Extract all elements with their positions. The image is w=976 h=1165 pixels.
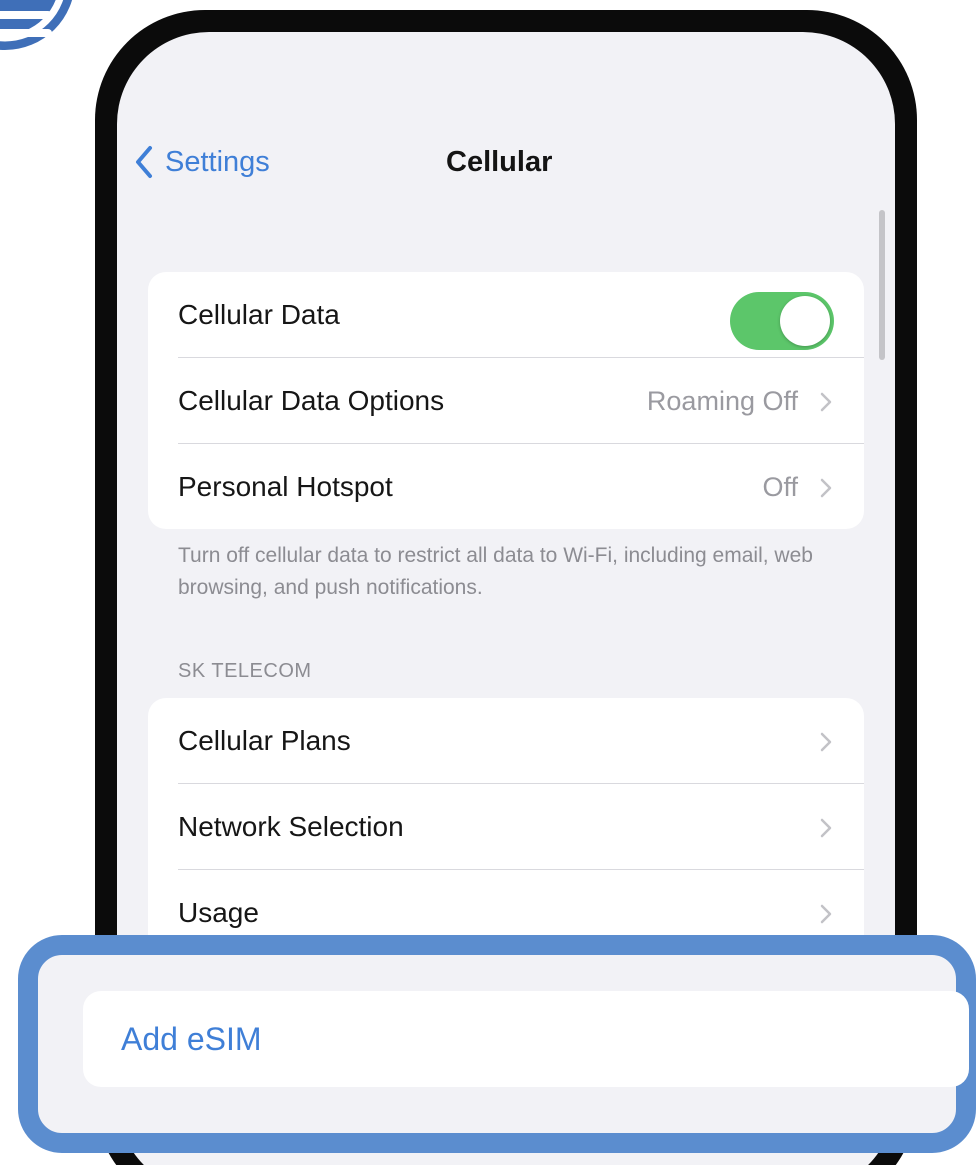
- scroll-indicator[interactable]: [879, 210, 885, 360]
- cellular-plans-row[interactable]: Cellular Plans: [148, 698, 864, 784]
- toggle-knob: [780, 296, 830, 346]
- chevron-right-icon: [820, 818, 832, 838]
- personal-hotspot-label: Personal Hotspot: [178, 471, 393, 502]
- cellular-data-toggle[interactable]: [730, 292, 834, 350]
- personal-hotspot-row[interactable]: Personal Hotspot Off: [148, 444, 864, 529]
- cellular-data-row: Cellular Data: [148, 272, 864, 358]
- cellular-plans-label: Cellular Plans: [178, 725, 351, 756]
- back-button-label: Settings: [165, 145, 270, 178]
- chevron-right-icon: [820, 392, 832, 412]
- cellular-data-footnote: Turn off cellular data to restrict all d…: [178, 544, 813, 599]
- network-selection-label: Network Selection: [178, 811, 404, 842]
- network-selection-row[interactable]: Network Selection: [148, 784, 864, 870]
- chevron-right-icon: [820, 732, 832, 752]
- cellular-data-options-row[interactable]: Cellular Data Options Roaming Off: [148, 358, 864, 444]
- chevron-left-icon: [136, 146, 152, 178]
- personal-hotspot-value: Off: [762, 472, 798, 502]
- chevron-right-icon: [820, 904, 832, 924]
- logo-icon: [0, 0, 73, 50]
- screenshot-stage: Settings Cellular Cellular Data Cellular…: [0, 0, 976, 1165]
- chevron-right-icon: [820, 478, 832, 498]
- page-title: Cellular: [446, 146, 553, 178]
- carrier-group: Cellular Plans Network Selection Usage: [148, 698, 864, 958]
- cellular-data-options-value: Roaming Off: [646, 386, 798, 416]
- cellular-data-options-label: Cellular Data Options: [178, 385, 445, 416]
- cellular-data-label: Cellular Data: [178, 299, 340, 330]
- carrier-section-header: SK TELECOM: [178, 660, 312, 682]
- cellular-data-group: Cellular Data Cellular Data Options Roam…: [148, 272, 864, 529]
- add-esim-button[interactable]: Add eSIM: [83, 991, 969, 1087]
- back-button[interactable]: Settings: [135, 142, 270, 182]
- add-esim-highlight: Add eSIM: [18, 935, 976, 1153]
- add-esim-label: Add eSIM: [121, 1021, 262, 1057]
